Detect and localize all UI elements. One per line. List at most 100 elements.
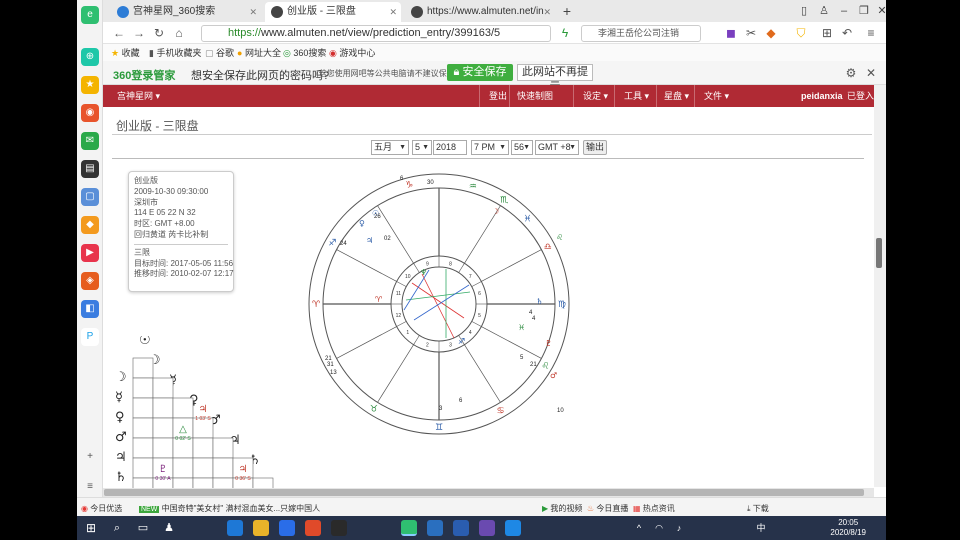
edge-icon[interactable] <box>227 520 243 536</box>
bookmark-360search[interactable]: ◎ 360搜索 <box>283 46 326 59</box>
user-name[interactable]: peidanxia <box>801 85 843 107</box>
hscroll-thumb[interactable] <box>104 489 864 496</box>
video-app-icon[interactable] <box>331 520 347 536</box>
house-cusp-line <box>464 344 501 403</box>
bookmark-directory[interactable]: ● 网址大全 <box>237 46 281 59</box>
app-icon[interactable] <box>505 520 521 536</box>
tab-chart[interactable]: 创业版 - 三限盘 ✕ <box>265 2 401 22</box>
menu-quick-chart[interactable]: 快速制图 <box>517 85 553 107</box>
bookmark-games[interactable]: ◉ 游戏中心 <box>329 46 375 59</box>
vertical-scrollbar[interactable] <box>874 85 886 487</box>
bookmark-google[interactable]: ▢ 谷歌 <box>205 46 234 59</box>
hour-select[interactable]: 7 PM ▼ <box>471 140 509 155</box>
menu-tools[interactable]: 工具 ▾ <box>624 85 649 107</box>
hot-news[interactable]: ▦ 热点资讯 <box>633 503 675 514</box>
tab-almuten[interactable]: https://www.almuten.net/in ✕ <box>405 2 555 22</box>
apps-grid-icon[interactable]: ⊞ <box>819 25 835 41</box>
address-bar: ← → ↻ ⌂ https://www.almuten.net/view/pre… <box>103 22 886 44</box>
shield-icon[interactable]: ⛉ <box>793 25 809 41</box>
mail-icon[interactable]: ✉ <box>81 132 99 150</box>
shirt-icon[interactable]: ♙ <box>816 3 832 19</box>
weibo-icon[interactable]: ◉ <box>81 104 99 122</box>
forward-icon[interactable]: → <box>131 25 147 41</box>
menu-file[interactable]: 文件 ▾ <box>704 85 729 107</box>
close-icon[interactable]: ✕ <box>389 2 397 22</box>
scissors-icon[interactable]: ✂ <box>743 25 759 41</box>
aspect-orb: 1 03' S <box>195 416 211 422</box>
news-icon[interactable]: ▤ <box>81 160 99 178</box>
menu-logout[interactable]: 登出 <box>489 85 507 107</box>
minimize-icon[interactable]: – <box>836 3 852 19</box>
submit-button[interactable]: 输出 <box>583 140 607 155</box>
home-icon[interactable]: ⌂ <box>171 25 187 41</box>
store-icon[interactable]: ◧ <box>81 300 99 318</box>
p-icon[interactable]: P <box>81 328 99 346</box>
grid-row-planet: ♄ <box>115 470 127 485</box>
brand-menu[interactable]: 宫神星网 ▾ <box>117 85 160 107</box>
tab-search[interactable]: 宫神星网_360搜索 ✕ <box>111 2 261 22</box>
browser-360-icon[interactable] <box>401 520 417 536</box>
never-prompt-button[interactable]: 此网站不再提示 <box>517 64 593 93</box>
app-icon[interactable] <box>479 520 495 536</box>
system-clock[interactable]: 20:05 2020/8/19 <box>830 518 866 538</box>
maximize-icon[interactable]: ❐ <box>856 3 872 19</box>
timezone-select[interactable]: GMT +8 ▼ <box>535 140 579 155</box>
windows-start-icon[interactable]: ⊞ <box>83 520 99 536</box>
undo-icon[interactable]: ↶ <box>839 25 855 41</box>
people-icon[interactable]: ♟ <box>161 520 177 536</box>
lightning-icon[interactable]: ϟ <box>557 25 573 41</box>
day-select[interactable]: 5 ▼ <box>412 140 432 155</box>
today-picks[interactable]: ◉ 今日优选 <box>81 503 122 514</box>
close-icon[interactable]: ✕ <box>249 2 257 22</box>
volume-icon[interactable]: ♪ <box>671 520 687 536</box>
scroll-thumb[interactable] <box>876 238 882 268</box>
folder-icon[interactable] <box>253 520 269 536</box>
word-icon[interactable] <box>453 520 469 536</box>
video-icon[interactable]: ▶ <box>81 244 99 262</box>
close-icon[interactable]: ✕ <box>863 65 879 81</box>
network-icon[interactable]: ◠ <box>651 520 667 536</box>
task-view-icon[interactable]: ▭ <box>135 520 151 536</box>
settings-app-icon[interactable] <box>279 520 295 536</box>
menu-icon[interactable]: ≡ <box>863 25 879 41</box>
browser-logo-icon[interactable]: e <box>81 6 99 24</box>
office-icon[interactable] <box>305 520 321 536</box>
add-icon[interactable]: + <box>81 448 99 466</box>
close-icon[interactable]: ✕ <box>543 2 551 22</box>
chevron-up-icon[interactable]: ^ <box>631 520 647 536</box>
year-input[interactable]: 2018 <box>433 140 467 155</box>
news-ticker[interactable]: NEW 中国奇特"美女村" 满村混血美女...只嫁中国人 <box>139 503 320 514</box>
download[interactable]: ⤓ 下载 <box>747 503 769 514</box>
document-icon[interactable]: ▢ <box>81 188 99 206</box>
bookmark-mobile[interactable]: ▮ 手机收藏夹 <box>149 46 201 59</box>
extension-icon[interactable]: ◼ <box>723 25 739 41</box>
refresh-icon[interactable]: ↻ <box>151 25 167 41</box>
ime-indicator[interactable]: 中 <box>753 520 769 536</box>
degree-label: 24 <box>340 241 347 247</box>
game-icon[interactable]: ◈ <box>81 272 99 290</box>
my-videos[interactable]: ▶ 我的视频 <box>542 503 582 514</box>
favorites-star-icon[interactable]: ★ <box>81 76 99 94</box>
gear-icon[interactable]: ⚙ <box>843 65 859 81</box>
horizontal-scrollbar[interactable] <box>103 488 874 497</box>
app-shortcut-icon[interactable]: ⊕ <box>81 48 99 66</box>
photos-icon[interactable] <box>427 520 443 536</box>
minute-select[interactable]: 56 ▼ <box>511 140 533 155</box>
month-select[interactable]: 五月 ▼ <box>371 140 409 155</box>
close-window-icon[interactable]: ✕ <box>874 3 886 19</box>
shopping-icon[interactable]: ◆ <box>81 216 99 234</box>
bookmark-manager-icon[interactable]: ▯ <box>796 3 812 19</box>
new-tab-button[interactable]: + <box>559 3 575 19</box>
menu-chart[interactable]: 星盘 ▾ <box>664 85 689 107</box>
fox-icon[interactable]: ◆ <box>763 25 779 41</box>
live-today[interactable]: ♨ 今日直播 <box>587 503 628 514</box>
save-password-button[interactable]: 🔒︎ 安全保存 <box>447 64 513 81</box>
back-icon[interactable]: ← <box>111 25 127 41</box>
menu-settings[interactable]: 设定 ▾ <box>583 85 608 107</box>
tab-label: 宫神星网_360搜索 <box>133 6 216 17</box>
menu-icon[interactable]: ≡ <box>81 478 99 496</box>
bookmark-favorites[interactable]: ★ 收藏 <box>111 46 140 59</box>
search-input[interactable]: 李湘王岳伦公司注销 <box>581 25 701 42</box>
url-input[interactable]: https://www.almuten.net/view/prediction_… <box>201 25 551 42</box>
search-icon[interactable]: ⌕ <box>109 520 125 536</box>
